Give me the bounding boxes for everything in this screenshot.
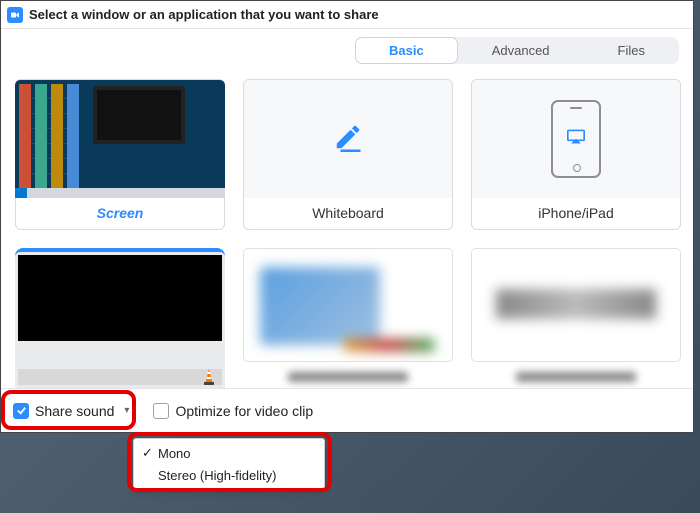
iphone-ipad-label: iPhone/iPad bbox=[538, 198, 614, 229]
check-icon: ✓ bbox=[142, 445, 158, 461]
pen-icon bbox=[333, 122, 363, 157]
share-sound-toggle[interactable]: Share sound ▾ bbox=[13, 403, 129, 419]
share-screen-dialog: Select a window or an application that y… bbox=[0, 0, 694, 433]
audio-mode-mono[interactable]: ✓ Mono bbox=[134, 442, 324, 464]
footer: Share sound ▾ Optimize for video clip bbox=[1, 388, 693, 432]
share-option-window-3[interactable] bbox=[471, 248, 681, 392]
window-2-label bbox=[288, 372, 408, 382]
airplay-icon bbox=[567, 129, 585, 150]
stereo-label: Stereo (High-fidelity) bbox=[158, 468, 277, 483]
optimize-video-toggle[interactable]: Optimize for video clip bbox=[153, 403, 313, 419]
zoom-icon bbox=[7, 7, 23, 23]
share-sound-label: Share sound bbox=[35, 403, 114, 419]
share-sound-checkbox[interactable] bbox=[13, 403, 29, 419]
share-option-vlc[interactable] bbox=[15, 248, 225, 392]
optimize-video-label: Optimize for video clip bbox=[175, 403, 313, 419]
titlebar-text: Select a window or an application that y… bbox=[29, 7, 379, 22]
mono-label: Mono bbox=[158, 446, 191, 461]
iphone-ipad-thumbnail bbox=[472, 80, 680, 198]
window-3-label bbox=[516, 372, 636, 382]
chevron-down-icon[interactable]: ▾ bbox=[124, 405, 129, 416]
window-3-thumbnail bbox=[471, 248, 681, 362]
desktop-preview bbox=[15, 80, 225, 198]
optimize-video-checkbox[interactable] bbox=[153, 403, 169, 419]
audio-mode-stereo[interactable]: Stereo (High-fidelity) bbox=[134, 464, 324, 486]
tab-basic[interactable]: Basic bbox=[355, 37, 458, 64]
screen-thumbnail bbox=[15, 80, 225, 198]
tab-bar: Basic Advanced Files bbox=[355, 37, 679, 64]
screen-label: Screen bbox=[97, 198, 144, 229]
share-option-screen[interactable]: Screen bbox=[15, 79, 225, 230]
tab-files[interactable]: Files bbox=[584, 37, 679, 64]
window-2-thumbnail bbox=[243, 248, 453, 362]
vlc-thumbnail bbox=[15, 252, 225, 388]
vlc-icon bbox=[199, 367, 219, 387]
device-icon bbox=[551, 100, 601, 178]
whiteboard-thumbnail bbox=[244, 80, 452, 198]
share-options-grid: Screen Whiteboard iPhone/iPad bbox=[15, 79, 685, 392]
whiteboard-label: Whiteboard bbox=[312, 198, 384, 229]
audio-mode-dropdown: ✓ Mono Stereo (High-fidelity) bbox=[133, 438, 325, 490]
titlebar: Select a window or an application that y… bbox=[1, 1, 693, 29]
share-option-iphone-ipad[interactable]: iPhone/iPad bbox=[471, 79, 681, 230]
share-option-window-2[interactable] bbox=[243, 248, 453, 392]
share-option-whiteboard[interactable]: Whiteboard bbox=[243, 79, 453, 230]
tab-advanced[interactable]: Advanced bbox=[458, 37, 584, 64]
